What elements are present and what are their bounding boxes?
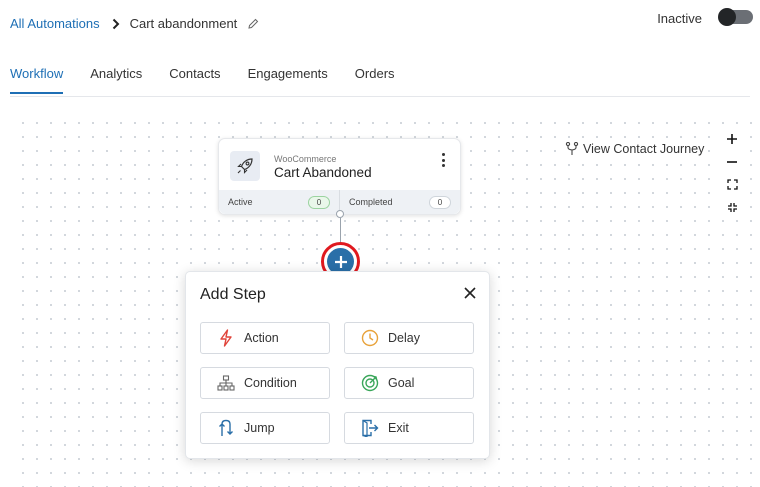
hierarchy-icon [217,374,235,392]
tab-contacts[interactable]: Contacts [169,66,220,93]
view-contact-journey-link[interactable]: View Contact Journey [565,142,705,156]
automation-status-label: Inactive [657,11,702,26]
plus-icon [334,255,347,268]
step-delay-button[interactable]: Delay [344,322,474,354]
step-exit-button[interactable]: Exit [344,412,474,444]
step-goal-button[interactable]: Goal [344,367,474,399]
trigger-card[interactable]: WooCommerce Cart Abandoned Active 0 Comp… [218,138,461,215]
pencil-icon[interactable] [247,18,259,30]
zoom-out-icon[interactable] [720,150,744,173]
add-step-panel: Add Step Action Delay Condition Goal Jum… [185,271,490,459]
completed-count: 0 [429,195,451,209]
toggle-knob [718,8,736,26]
tabs-divider [10,96,750,97]
tab-workflow[interactable]: Workflow [10,66,64,94]
fork-icon [565,142,579,155]
step-action-label: Action [244,331,279,345]
connector-line [340,218,341,244]
zoom-controls [720,127,744,219]
tab-bar: Workflow Analytics Contacts Engagements … [10,66,422,94]
step-jump-button[interactable]: Jump [200,412,330,444]
breadcrumb-current: Cart abandonment [129,16,238,31]
clock-icon [361,329,379,347]
step-exit-label: Exit [388,421,409,435]
step-goal-label: Goal [388,376,415,390]
tab-orders[interactable]: Orders [355,66,395,93]
close-icon[interactable] [463,286,477,300]
fit-screen-icon[interactable] [720,173,744,196]
chevron-right-icon [112,18,120,30]
step-condition-label: Condition [244,376,297,390]
jump-icon [217,419,235,437]
step-delay-label: Delay [388,331,420,345]
connector-handle[interactable] [336,210,344,218]
step-action-button[interactable]: Action [200,322,330,354]
add-step-title: Add Step [200,286,266,303]
breadcrumb: All Automations Cart abandonment [10,16,259,31]
exit-icon [361,419,379,437]
rocket-icon [230,151,260,181]
view-contact-journey-label: View Contact Journey [583,142,705,156]
zoom-in-icon[interactable] [720,127,744,150]
step-jump-label: Jump [244,421,275,435]
tab-analytics[interactable]: Analytics [90,66,142,93]
more-vertical-icon[interactable] [442,153,446,167]
step-condition-button[interactable]: Condition [200,367,330,399]
active-label: Active [228,197,253,207]
tab-engagements[interactable]: Engagements [248,66,328,93]
completed-stat: Completed 0 [339,190,460,214]
collapse-icon[interactable] [720,196,744,219]
status-toggle[interactable] [718,8,753,26]
completed-label: Completed [349,197,393,207]
active-stat: Active 0 [219,190,339,214]
trigger-title: Cart Abandoned [274,165,372,180]
lightning-icon [217,329,235,347]
target-icon [361,374,379,392]
trigger-source: WooCommerce [274,154,337,164]
breadcrumb-all-automations[interactable]: All Automations [10,16,100,31]
active-count: 0 [308,195,330,209]
